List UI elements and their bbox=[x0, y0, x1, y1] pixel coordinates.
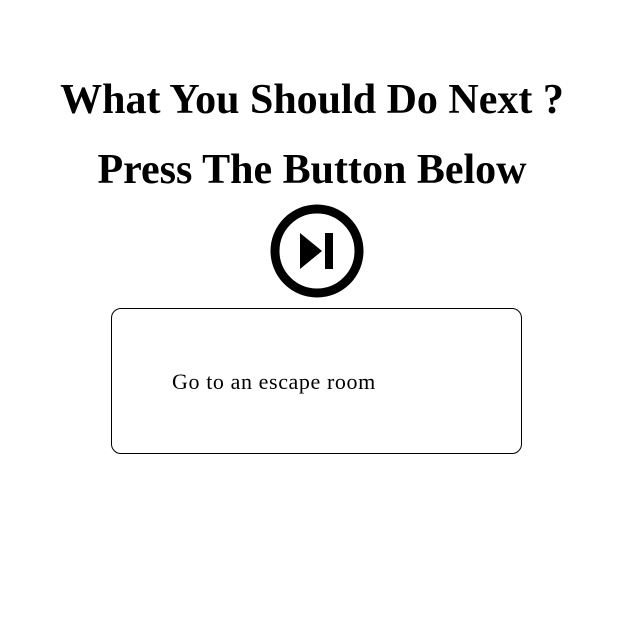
suggestion-text: Go to an escape room bbox=[172, 369, 376, 394]
suggestion-card: Go to an escape room bbox=[111, 308, 522, 454]
next-suggestion-button[interactable] bbox=[269, 203, 365, 299]
instruction-heading: Press The Button Below bbox=[97, 147, 527, 193]
page: What You Should Do Next ? Press The Butt… bbox=[0, 0, 624, 624]
question-heading: What You Should Do Next ? bbox=[60, 77, 564, 123]
skip-next-icon bbox=[270, 204, 364, 298]
